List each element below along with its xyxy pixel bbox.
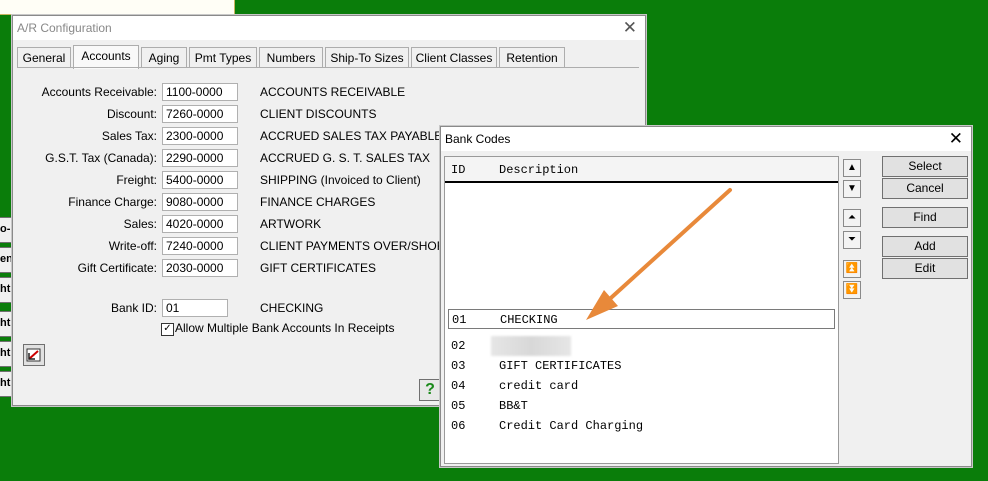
- annotation-arrow: [586, 188, 732, 320]
- arrow-shaft: [600, 188, 732, 308]
